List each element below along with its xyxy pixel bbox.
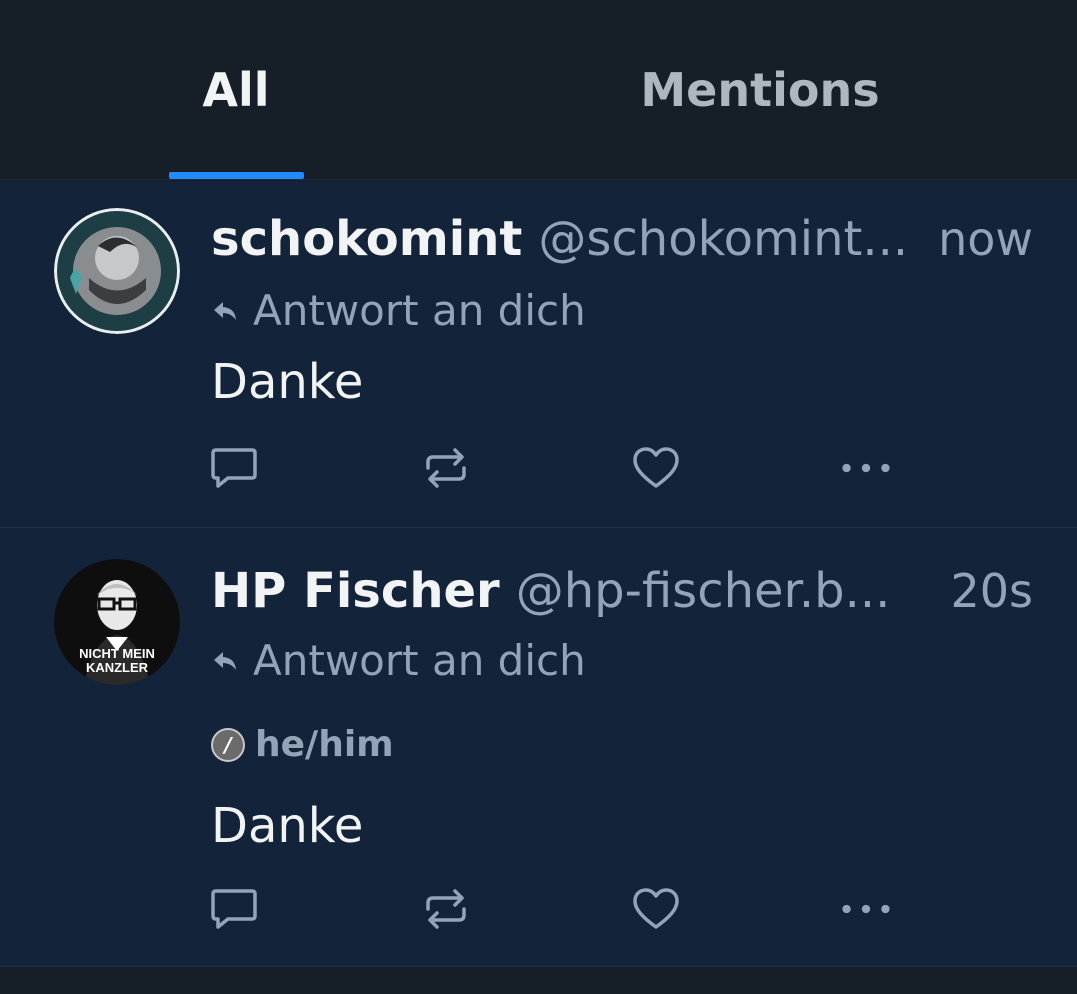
reply-arrow-icon	[214, 651, 236, 670]
post-actions	[209, 443, 909, 493]
notifications-tabbar: All Mentions	[0, 0, 1077, 180]
reply-indicator: Antwort an dich	[211, 286, 586, 335]
pronoun-badge-icon: /	[211, 727, 245, 762]
svg-text:KANZLER: KANZLER	[86, 660, 149, 675]
notification-header: schokomint @schokomint... now	[211, 211, 1033, 267]
notification-item[interactable]: NICHT MEIN KANZLER HP Fischer @hp-fische…	[0, 528, 1077, 967]
notification-header: HP Fischer @hp-fischer.b... 20s	[211, 563, 1033, 619]
ellipsis-icon	[842, 463, 890, 473]
display-name[interactable]: HP Fischer	[211, 563, 500, 619]
reply-label: Antwort an dich	[253, 636, 586, 685]
reply-label: Antwort an dich	[253, 286, 586, 335]
notification-item[interactable]: schokomint @schokomint... now Antwort an…	[0, 181, 1077, 528]
notification-feed: schokomint @schokomint... now Antwort an…	[0, 181, 1077, 967]
ellipsis-icon	[842, 904, 890, 914]
post-text: Danke	[211, 798, 364, 854]
reply-button[interactable]	[209, 884, 259, 934]
tab-mentions[interactable]: Mentions	[600, 0, 920, 180]
svg-text:NICHT MEIN: NICHT MEIN	[79, 646, 155, 661]
heart-icon	[633, 888, 679, 929]
timestamp: 20s	[950, 564, 1034, 618]
user-handle[interactable]: @schokomint...	[538, 211, 918, 267]
like-button[interactable]	[631, 884, 681, 934]
avatar[interactable]	[54, 208, 180, 334]
more-options-button[interactable]	[841, 443, 891, 493]
heart-icon	[633, 447, 679, 488]
repost-icon	[426, 889, 466, 929]
post-actions	[209, 884, 909, 934]
reply-indicator: Antwort an dich	[211, 636, 586, 685]
post-text: Danke	[211, 354, 364, 410]
pronoun-label: / he/him	[211, 724, 394, 765]
more-options-button[interactable]	[841, 884, 891, 934]
repost-icon	[426, 448, 466, 488]
comment-icon	[211, 448, 257, 488]
avatar[interactable]: NICHT MEIN KANZLER	[54, 559, 180, 685]
like-button[interactable]	[631, 443, 681, 493]
timestamp: now	[938, 212, 1033, 266]
long-covid-avatar-image	[54, 208, 180, 334]
tab-all[interactable]: All	[168, 0, 304, 180]
comment-icon	[211, 889, 257, 929]
display-name[interactable]: schokomint	[211, 211, 522, 267]
reply-arrow-icon	[214, 301, 236, 320]
repost-button[interactable]	[421, 443, 471, 493]
user-handle[interactable]: @hp-fischer.b...	[516, 563, 931, 619]
reply-button[interactable]	[209, 443, 259, 493]
pronouns-text: he/him	[255, 724, 394, 765]
active-tab-indicator	[169, 172, 304, 179]
repost-button[interactable]	[421, 884, 471, 934]
nicht-mein-kanzler-avatar-image: NICHT MEIN KANZLER	[54, 559, 180, 685]
